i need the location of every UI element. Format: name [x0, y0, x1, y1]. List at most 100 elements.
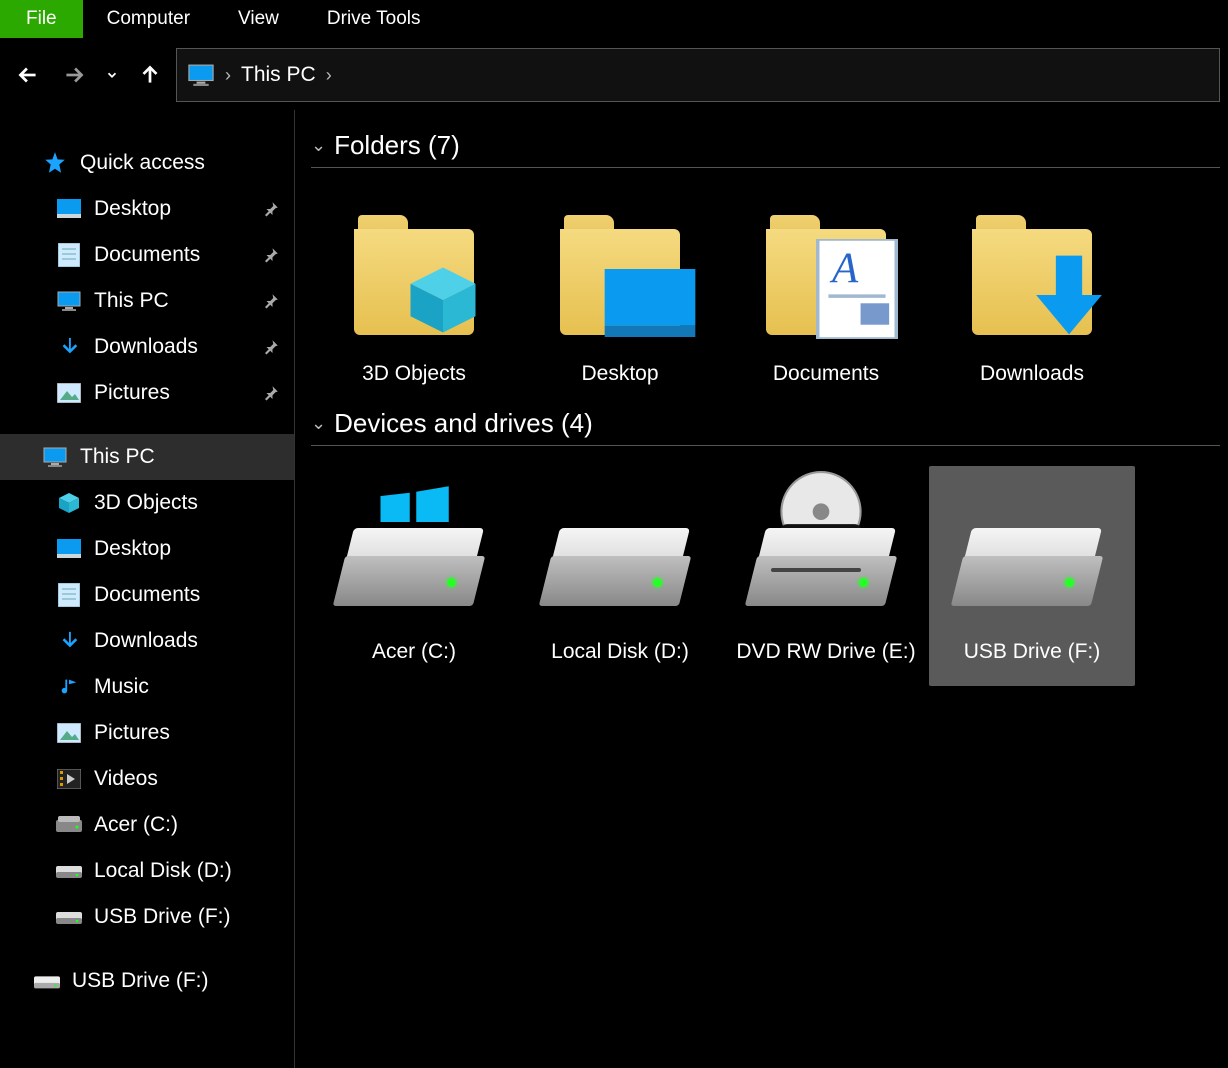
sidebar-item-label: Pictures — [94, 381, 170, 405]
tile-label: USB Drive (F:) — [964, 638, 1101, 666]
sidebar-item-pictures[interactable]: Pictures — [0, 370, 294, 416]
folder-documents[interactable]: A Documents — [723, 188, 929, 408]
sidebar-item-label: Quick access — [80, 151, 205, 175]
sidebar-item-videos[interactable]: Videos — [0, 756, 294, 802]
svg-text:A: A — [829, 245, 859, 292]
section-title: Devices and drives (4) — [334, 408, 593, 439]
breadcrumb-sep-icon: › — [225, 65, 231, 86]
documents-icon — [56, 242, 82, 268]
downloads-icon — [56, 628, 82, 654]
sidebar-item-label: This PC — [94, 289, 169, 313]
sidebar-item-drive-f[interactable]: USB Drive (F:) — [0, 894, 294, 940]
tile-label: 3D Objects — [362, 360, 466, 388]
monitor-icon — [56, 288, 82, 314]
sidebar-item-label: Documents — [94, 243, 200, 267]
downloads-icon — [56, 334, 82, 360]
pictures-icon — [56, 720, 82, 746]
sidebar-item-3d-objects[interactable]: 3D Objects — [0, 480, 294, 526]
sidebar-item-this-pc[interactable]: This PC — [0, 278, 294, 324]
star-icon — [42, 150, 68, 176]
folder-3d-objects[interactable]: 3D Objects — [311, 188, 517, 408]
pictures-icon — [56, 380, 82, 406]
arrow-up-icon — [137, 62, 163, 88]
pin-icon — [262, 292, 280, 310]
desktop-icon — [56, 536, 82, 562]
pin-icon — [262, 338, 280, 356]
drive-icon — [56, 858, 82, 884]
folder-icon — [354, 215, 474, 335]
content-pane: ⌄ Folders (7) 3D Objects — [295, 110, 1228, 1068]
drive-e-dvd[interactable]: DVD DVD RW Drive (E:) — [723, 466, 929, 686]
drive-icon — [957, 528, 1107, 618]
document-icon: A — [816, 239, 898, 339]
sidebar-item-label: This PC — [80, 445, 155, 469]
drive-d[interactable]: Local Disk (D:) — [517, 466, 723, 686]
drive-icon — [34, 968, 60, 994]
videos-icon — [56, 766, 82, 792]
sidebar-item-label: Acer (C:) — [94, 813, 178, 837]
section-header-drives[interactable]: ⌄ Devices and drives (4) — [311, 408, 1220, 446]
chevron-down-icon — [105, 68, 119, 82]
nav-history-dropdown[interactable] — [100, 55, 124, 95]
desktop-icon — [56, 196, 82, 222]
drive-icon — [545, 528, 695, 618]
sidebar-usb-drive[interactable]: USB Drive (F:) — [0, 958, 294, 1004]
pin-icon — [262, 200, 280, 218]
tile-label: Documents — [773, 360, 879, 388]
drive-icon — [56, 812, 82, 838]
nav-forward-button[interactable] — [54, 55, 94, 95]
sidebar-item-label: USB Drive (F:) — [72, 969, 209, 993]
nav-up-button[interactable] — [130, 55, 170, 95]
monitor-icon — [42, 444, 68, 470]
section-header-folders[interactable]: ⌄ Folders (7) — [311, 130, 1220, 168]
sidebar-item-label: Desktop — [94, 197, 171, 221]
tile-label: DVD RW Drive (E:) — [736, 638, 915, 666]
drive-icon — [339, 528, 489, 618]
sidebar-item-pictures-2[interactable]: Pictures — [0, 710, 294, 756]
ribbon-tab-computer[interactable]: Computer — [83, 0, 214, 38]
sidebar-item-downloads[interactable]: Downloads — [0, 324, 294, 370]
sidebar-item-label: Downloads — [94, 629, 198, 653]
drive-c[interactable]: Acer (C:) — [311, 466, 517, 686]
arrow-left-icon — [15, 62, 41, 88]
sidebar-item-downloads-2[interactable]: Downloads — [0, 618, 294, 664]
breadcrumb-location[interactable]: This PC — [241, 63, 316, 87]
sidebar-item-label: Pictures — [94, 721, 170, 745]
cube-icon — [404, 261, 482, 339]
folder-icon — [972, 215, 1092, 335]
ribbon-tab-view[interactable]: View — [214, 0, 303, 38]
sidebar-item-drive-d[interactable]: Local Disk (D:) — [0, 848, 294, 894]
cube-icon — [56, 490, 82, 516]
address-bar[interactable]: › This PC › — [176, 48, 1220, 102]
folder-icon: A — [766, 215, 886, 335]
ribbon-tab-drive-tools[interactable]: Drive Tools — [303, 0, 445, 38]
sidebar-item-label: Local Disk (D:) — [94, 859, 232, 883]
down-arrow-icon — [1028, 249, 1110, 341]
breadcrumb-sep-icon: › — [326, 65, 332, 86]
sidebar-this-pc[interactable]: This PC — [0, 434, 294, 480]
chevron-down-icon: ⌄ — [311, 135, 326, 156]
tile-label: Acer (C:) — [372, 638, 456, 666]
chevron-down-icon: ⌄ — [311, 413, 326, 434]
tile-label: Local Disk (D:) — [551, 638, 689, 666]
folder-downloads[interactable]: Downloads — [929, 188, 1135, 408]
nav-back-button[interactable] — [8, 55, 48, 95]
sidebar-item-documents[interactable]: Documents — [0, 232, 294, 278]
sidebar-item-drive-c[interactable]: Acer (C:) — [0, 802, 294, 848]
folder-desktop[interactable]: Desktop — [517, 188, 723, 408]
sidebar-item-music[interactable]: Music — [0, 664, 294, 710]
sidebar-quick-access[interactable]: Quick access — [0, 140, 294, 186]
pin-icon — [262, 246, 280, 264]
sidebar-item-label: Downloads — [94, 335, 198, 359]
sidebar-item-label: Music — [94, 675, 149, 699]
documents-icon — [56, 582, 82, 608]
sidebar-item-desktop-2[interactable]: Desktop — [0, 526, 294, 572]
sidebar-item-label: Documents — [94, 583, 200, 607]
ribbon-tab-file[interactable]: File — [0, 0, 83, 38]
monitor-icon — [187, 64, 215, 86]
drive-f-usb[interactable]: USB Drive (F:) — [929, 466, 1135, 686]
arrow-right-icon — [61, 62, 87, 88]
sidebar-item-desktop[interactable]: Desktop — [0, 186, 294, 232]
sidebar-item-documents-2[interactable]: Documents — [0, 572, 294, 618]
tile-label: Downloads — [980, 360, 1084, 388]
